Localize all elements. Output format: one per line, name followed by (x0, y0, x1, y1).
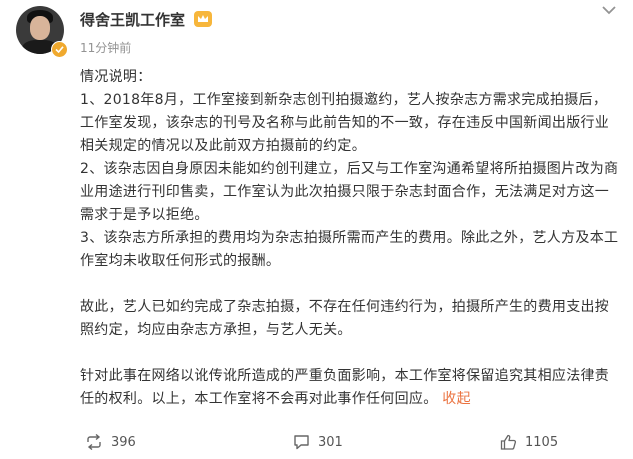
comment-count: 301 (318, 434, 343, 450)
action-bar: 396 301 1105 (0, 428, 633, 459)
avatar-face (30, 16, 50, 40)
post-paragraph: 情况说明： (80, 69, 152, 85)
post-header: 得舍王凯工作室 11分钟前 (0, 0, 633, 60)
repost-button[interactable]: 396 (85, 434, 136, 450)
repost-icon (87, 434, 101, 450)
post-paragraph: 故此，艺人已如约完成了杂志拍摄，不存在任何违约行为，拍摄所产生的费用支出按照约定… (80, 299, 610, 338)
like-count: 1105 (525, 434, 559, 450)
post-paragraph: 1、2018年8月，工作室接到新杂志创刊拍摄邀约，艺人按杂志方需求完成拍摄后，工… (80, 92, 610, 154)
crown-icon[interactable] (193, 10, 213, 28)
verified-badge-icon (51, 41, 68, 58)
post-paragraph: 2、该杂志因自身原因未能如约创刊建立，后又与工作室沟通希望将所拍摄图片改为商业用… (80, 161, 619, 223)
comment-icon (294, 435, 309, 450)
author-name[interactable]: 得舍王凯工作室 (80, 9, 185, 30)
chevron-down-icon[interactable] (601, 4, 617, 16)
like-button[interactable]: 1105 (500, 434, 558, 450)
post-paragraph: 3、该杂志方所承担的费用均为杂志拍摄所需而产生的费用。除此之外，艺人方及本工作室… (80, 230, 619, 269)
like-icon (500, 434, 517, 450)
repost-count: 396 (111, 434, 136, 450)
post-paragraph-last: 针对此事在网络以讹传讹所造成的严重负面影响，本工作室将保留追究其相应法律责任的权… (80, 365, 620, 411)
post-paragraph: 针对此事在网络以讹传讹所造成的严重负面影响，本工作室将保留追究其相应法律责任的权… (80, 368, 610, 407)
post-content: 情况说明： 1、2018年8月，工作室接到新杂志创刊拍摄邀约，艺人按杂志方需求完… (80, 66, 620, 411)
post-time[interactable]: 11分钟前 (80, 39, 131, 56)
comment-button[interactable]: 301 (293, 434, 343, 450)
collapse-link[interactable]: 收起 (442, 391, 471, 407)
